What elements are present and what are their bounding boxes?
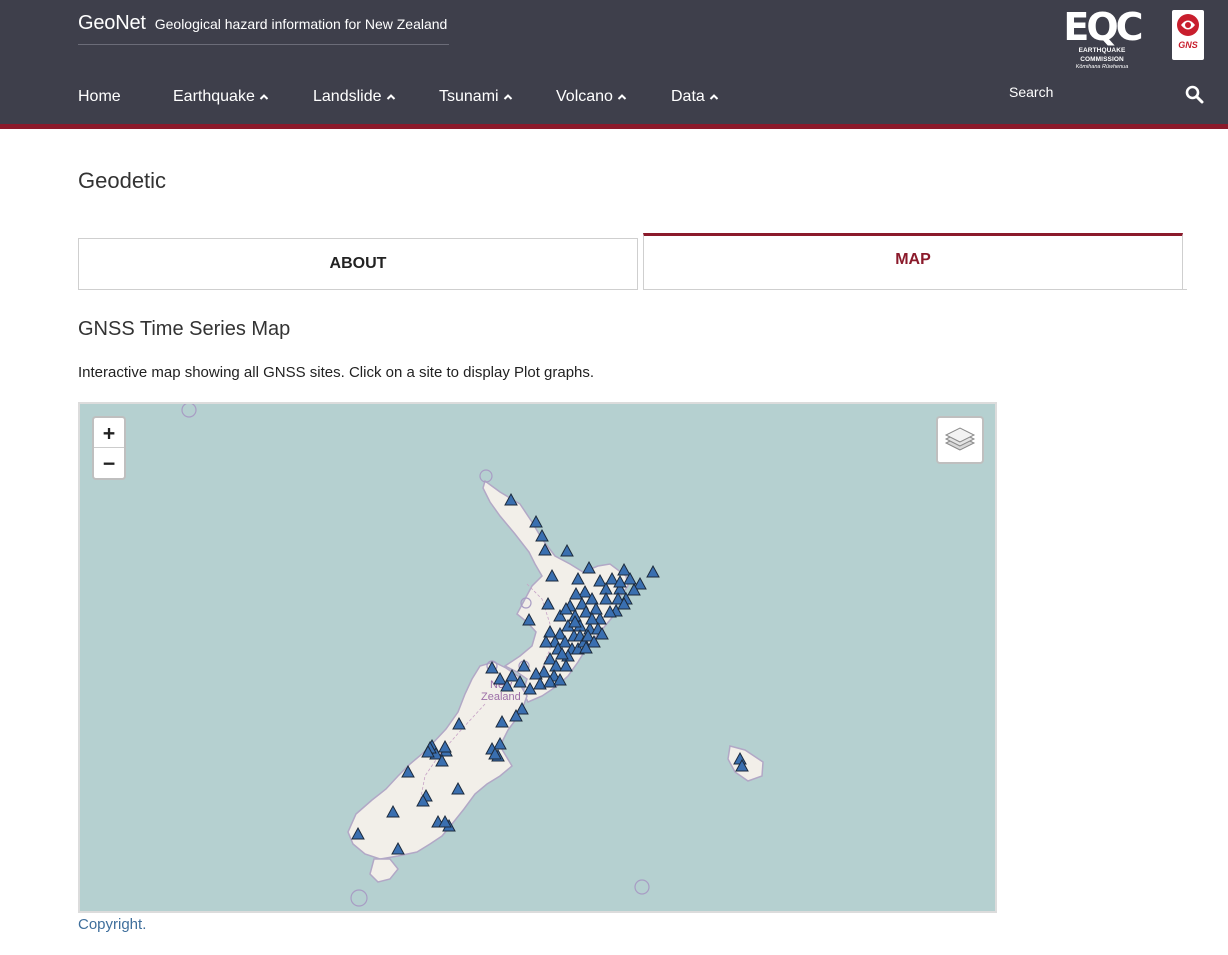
- zoom-out-button[interactable]: −: [94, 448, 124, 478]
- eqc-logo[interactable]: EQC EARTHQUAKE COMMISSION Kōmihana Rūwhe…: [1058, 5, 1146, 70]
- page-title: Geodetic: [78, 168, 167, 193]
- chevron-up-icon: [259, 94, 269, 100]
- eqc-logo-letters: EQC: [1063, 5, 1143, 49]
- section-title: GNSS Time Series Map: [78, 318, 291, 340]
- header-accent-rule: [0, 124, 1228, 129]
- nav-home[interactable]: Home: [78, 86, 173, 108]
- chevron-up-icon: [503, 94, 512, 100]
- nav-label: Data: [671, 88, 705, 105]
- outlying-island: [479, 469, 493, 483]
- gnss-map[interactable]: New Zealand + −: [78, 402, 997, 913]
- nav-landslide[interactable]: Landslide: [313, 86, 439, 108]
- copyright-link[interactable]: Copyright.: [78, 916, 146, 933]
- brand-underline: [78, 44, 449, 45]
- nav-data[interactable]: Data: [671, 86, 751, 108]
- tab-label: ABOUT: [329, 255, 387, 272]
- tab-label: MAP: [895, 250, 931, 268]
- site-header: GeoNet Geological hazard information for…: [0, 0, 1228, 124]
- nav-volcano[interactable]: Volcano: [556, 86, 671, 108]
- nav-label: Earthquake: [173, 88, 255, 105]
- map-canvas[interactable]: New Zealand: [80, 404, 995, 911]
- tab-about[interactable]: ABOUT: [78, 238, 638, 290]
- tab-map[interactable]: MAP: [643, 233, 1183, 290]
- layers-button[interactable]: [936, 416, 984, 464]
- gnss-site-marker[interactable]: [617, 562, 631, 576]
- nav-tsunami[interactable]: Tsunami: [439, 86, 556, 108]
- search-label[interactable]: Search: [1009, 84, 1053, 100]
- gns-logo-text: GNS: [1178, 40, 1198, 50]
- zoom-in-button[interactable]: +: [94, 418, 124, 448]
- main-nav: Home Earthquake Landslide Tsunami Volcan…: [78, 86, 751, 108]
- place-label: Zealand: [481, 691, 521, 703]
- stewart-island-land: [369, 858, 399, 883]
- outlying-island: [350, 889, 368, 907]
- layers-icon: [944, 427, 976, 451]
- brand-tagline: Geological hazard information for New Ze…: [154, 16, 448, 32]
- zoom-control: + −: [92, 416, 126, 480]
- nav-label: Home: [78, 88, 121, 105]
- nav-label: Volcano: [556, 88, 613, 105]
- eqc-logo-maori: Kōmihana Rūwhenua: [1075, 64, 1129, 70]
- brand-name[interactable]: GeoNet: [78, 12, 146, 35]
- chevron-up-icon: [709, 94, 719, 100]
- outlying-island: [634, 879, 650, 895]
- search-icon[interactable]: [1185, 85, 1204, 104]
- gnss-site-marker[interactable]: [560, 543, 574, 557]
- gns-logo[interactable]: GNS: [1172, 10, 1204, 60]
- outlying-island: [181, 404, 197, 418]
- brand[interactable]: GeoNet Geological hazard information for…: [78, 12, 447, 35]
- gns-emblem-icon: [1177, 14, 1199, 36]
- chevron-up-icon: [386, 94, 395, 100]
- gnss-site-marker[interactable]: [646, 564, 660, 578]
- chevron-up-icon: [617, 94, 627, 100]
- nav-label: Landslide: [313, 88, 382, 105]
- tab-divider: [1183, 289, 1187, 290]
- nav-earthquake[interactable]: Earthquake: [173, 86, 313, 108]
- section-description: Interactive map showing all GNSS sites. …: [78, 364, 595, 381]
- nav-label: Tsunami: [439, 88, 499, 105]
